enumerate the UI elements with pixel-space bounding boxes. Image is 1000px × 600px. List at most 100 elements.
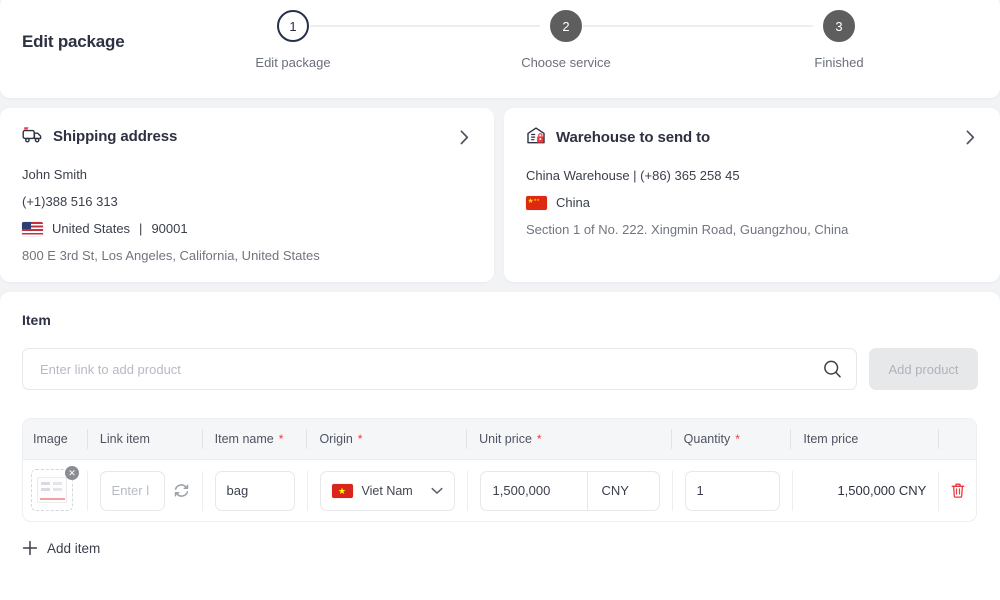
origin-select[interactable]: Viet Nam [319, 470, 455, 511]
item-section-card: Item Add product Image Link [0, 292, 1000, 600]
required-marker-origin: * [357, 432, 363, 446]
item-section-title: Item [22, 312, 51, 328]
add-item-label: Add item [47, 540, 101, 556]
item-thumbnail-wrap[interactable]: ✕ [31, 465, 79, 513]
step-3-label: Finished [814, 55, 864, 70]
step-2-circle: 2 [550, 10, 582, 42]
unit-price-input[interactable]: 1,500,000 [481, 483, 587, 498]
table-row: ✕ Enter l bag ★ Viet Nam 1,500,000 CNY 1… [23, 459, 976, 521]
step-3-number: 3 [835, 18, 843, 34]
warehouse-address-text: Section 1 of No. 222. Xingmin Road, Guan… [526, 222, 849, 237]
add-item-button[interactable]: Add item [22, 540, 142, 556]
column-header-link-item-label: Link item [99, 432, 150, 446]
shipping-address-header: Shipping address [22, 126, 474, 147]
column-header-quantity: Quantity * [670, 429, 791, 449]
vn-flag-icon [331, 483, 353, 498]
shipping-country-row: United States | 90001 [22, 215, 474, 242]
origin-value: Viet Nam [361, 483, 413, 498]
step-3-circle: 3 [823, 10, 855, 42]
items-table: Image Link item Item name * Origin * Uni… [22, 418, 977, 522]
required-marker-unit-price: * [536, 432, 542, 446]
plus-icon [22, 540, 38, 556]
search-icon[interactable] [823, 360, 842, 379]
step-2-number: 2 [562, 18, 570, 34]
shipping-address-card[interactable]: Shipping address John Smith (+1)388 516 … [0, 108, 494, 282]
header-card: Edit package 1 Edit package 2 Choose ser… [0, 0, 1000, 98]
warehouse-title: Warehouse to send to [556, 128, 711, 146]
column-header-link-item: Link item [86, 429, 202, 449]
product-search-row: Add product [22, 348, 978, 390]
column-header-actions [938, 429, 976, 449]
stepper-connector-1 [310, 25, 540, 27]
link-item-input[interactable]: Enter l [99, 470, 165, 511]
shipping-separator: | [139, 221, 143, 236]
quantity-input[interactable]: 1 [684, 470, 780, 511]
column-header-item-name: Item name * [201, 429, 307, 449]
cell-origin: Viet Nam [306, 470, 467, 511]
warehouse-card[interactable]: Warehouse to send to China Warehouse | (… [504, 108, 1000, 282]
cn-flag-icon [526, 195, 547, 210]
link-item-placeholder: Enter l [111, 483, 150, 498]
column-header-item-price: Item price [790, 429, 938, 449]
us-flag-icon [22, 221, 43, 236]
shipping-address-chevron-right-icon[interactable] [454, 127, 474, 147]
required-marker-quantity: * [735, 432, 740, 446]
cell-actions [938, 470, 976, 511]
add-product-button[interactable]: Add product [868, 348, 978, 390]
column-header-item-name-label: Item name [214, 432, 274, 446]
cell-quantity: 1 [671, 470, 792, 511]
warehouse-country-row: China [526, 189, 980, 216]
shipping-recipient-name: John Smith [22, 167, 88, 182]
warehouse-chevron-right-icon[interactable] [960, 127, 980, 147]
item-name-value: bag [226, 483, 249, 498]
shipping-address-text: 800 E 3rd St, Los Angeles, California, U… [22, 248, 320, 263]
shipping-postal-code: 90001 [151, 221, 188, 236]
product-search-box[interactable] [22, 348, 857, 390]
item-price-value: 1,500,000 CNY [837, 483, 927, 498]
step-2-label: Choose service [521, 55, 611, 70]
stepper: 1 Edit package 2 Choose service 3 Finish… [250, 10, 922, 84]
origin-selected: Viet Nam [331, 483, 413, 498]
column-header-image-label: Image [33, 432, 68, 446]
shipping-country: United States [52, 221, 131, 236]
column-header-unit-price: Unit price * [466, 429, 671, 449]
warehouse-name-phone: China Warehouse | (+86) 365 258 45 [526, 168, 740, 183]
column-header-origin: Origin * [306, 429, 466, 449]
cell-item-price: 1,500,000 CNY [791, 470, 939, 511]
column-header-image: Image [23, 429, 87, 449]
remove-image-icon[interactable]: ✕ [65, 465, 79, 480]
edit-package-page: Edit package 1 Edit package 2 Choose ser… [0, 0, 1000, 600]
stepper-step-2[interactable]: 2 Choose service [491, 10, 641, 70]
cell-unit-price: 1,500,000 CNY [466, 470, 672, 511]
column-header-item-price-label: Item price [803, 432, 859, 446]
chevron-down-icon[interactable] [430, 487, 443, 495]
step-1-number: 1 [289, 18, 297, 34]
shipping-address-title: Shipping address [53, 128, 178, 145]
warehouse-header: Warehouse to send to [526, 126, 980, 148]
unit-price-group[interactable]: 1,500,000 CNY [479, 470, 660, 511]
items-table-header: Image Link item Item name * Origin * Uni… [23, 419, 976, 459]
refresh-icon[interactable] [173, 482, 190, 499]
delete-item-trash-icon[interactable] [950, 482, 966, 499]
step-1-circle: 1 [277, 10, 309, 42]
column-header-quantity-label: Quantity [683, 432, 731, 446]
column-header-origin-label: Origin [319, 432, 353, 446]
required-marker-item-name: * [278, 432, 284, 446]
warehouse-country: China [556, 195, 590, 210]
column-header-unit-price-label: Unit price [479, 432, 532, 446]
page-title: Edit package [22, 32, 125, 51]
step-1-label: Edit package [255, 55, 331, 70]
truck-icon [22, 126, 44, 147]
warehouse-icon [526, 126, 547, 148]
stepper-step-1[interactable]: 1 Edit package [218, 10, 368, 70]
quantity-value: 1 [696, 483, 704, 498]
shipping-phone: (+1)388 516 313 [22, 194, 118, 209]
item-name-input[interactable]: bag [214, 470, 295, 511]
product-link-input[interactable] [40, 361, 812, 377]
stepper-connector-2 [583, 25, 813, 27]
cell-item-name: bag [201, 470, 307, 511]
stepper-step-3[interactable]: 3 Finished [764, 10, 914, 70]
cell-image: ✕ [23, 465, 87, 513]
currency-select[interactable]: CNY [586, 471, 659, 510]
cell-link-item: Enter l [86, 470, 202, 511]
